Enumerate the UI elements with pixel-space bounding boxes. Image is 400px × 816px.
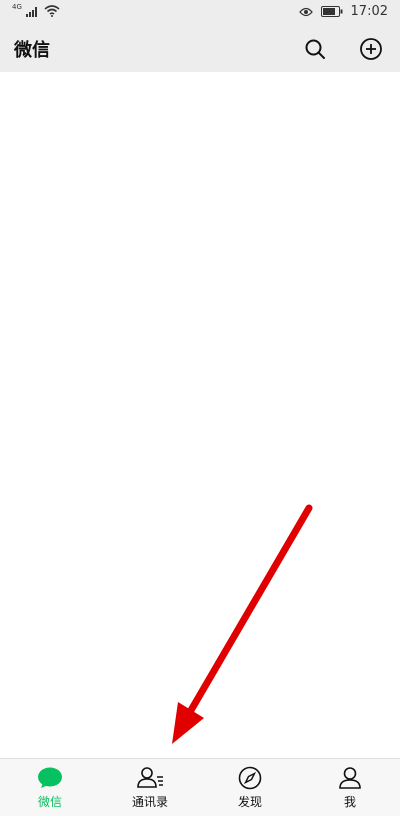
chat-bubble-icon [38,767,62,788]
clock-time: 17:02 [350,4,388,19]
signal-icon [25,7,37,17]
tab-label: 发现 [237,795,262,809]
chat-list-area [0,72,400,758]
tab-label: 我 [343,795,356,809]
status-left: 4G [12,3,60,17]
app-header: 微信 [0,26,400,72]
page-title: 微信 [14,40,50,61]
person-icon [339,767,361,789]
search-icon [305,39,325,59]
wifi-icon [44,5,60,17]
status-right: 17:02 [298,4,388,19]
compass-icon [238,766,262,790]
status-bar: 4G 17:02 [0,0,400,26]
eye-icon [298,7,313,16]
tab-label: 通讯录 [131,795,168,809]
tab-label: 微信 [37,795,62,809]
network-type-label: 4G [12,3,22,11]
annotation-arrow [172,504,313,744]
tab-chats[interactable]: 微信 [10,765,90,815]
plus-circle-icon [360,38,382,60]
tab-me[interactable]: 我 [310,765,390,815]
add-button[interactable] [358,36,384,62]
tab-discover[interactable]: 发现 [210,765,290,815]
contacts-icon [137,767,163,788]
tab-contacts[interactable]: 通讯录 [110,765,190,815]
search-button[interactable] [302,36,328,62]
tab-bar: 微信 通讯录 发现 我 [0,758,400,816]
battery-icon [320,6,343,17]
